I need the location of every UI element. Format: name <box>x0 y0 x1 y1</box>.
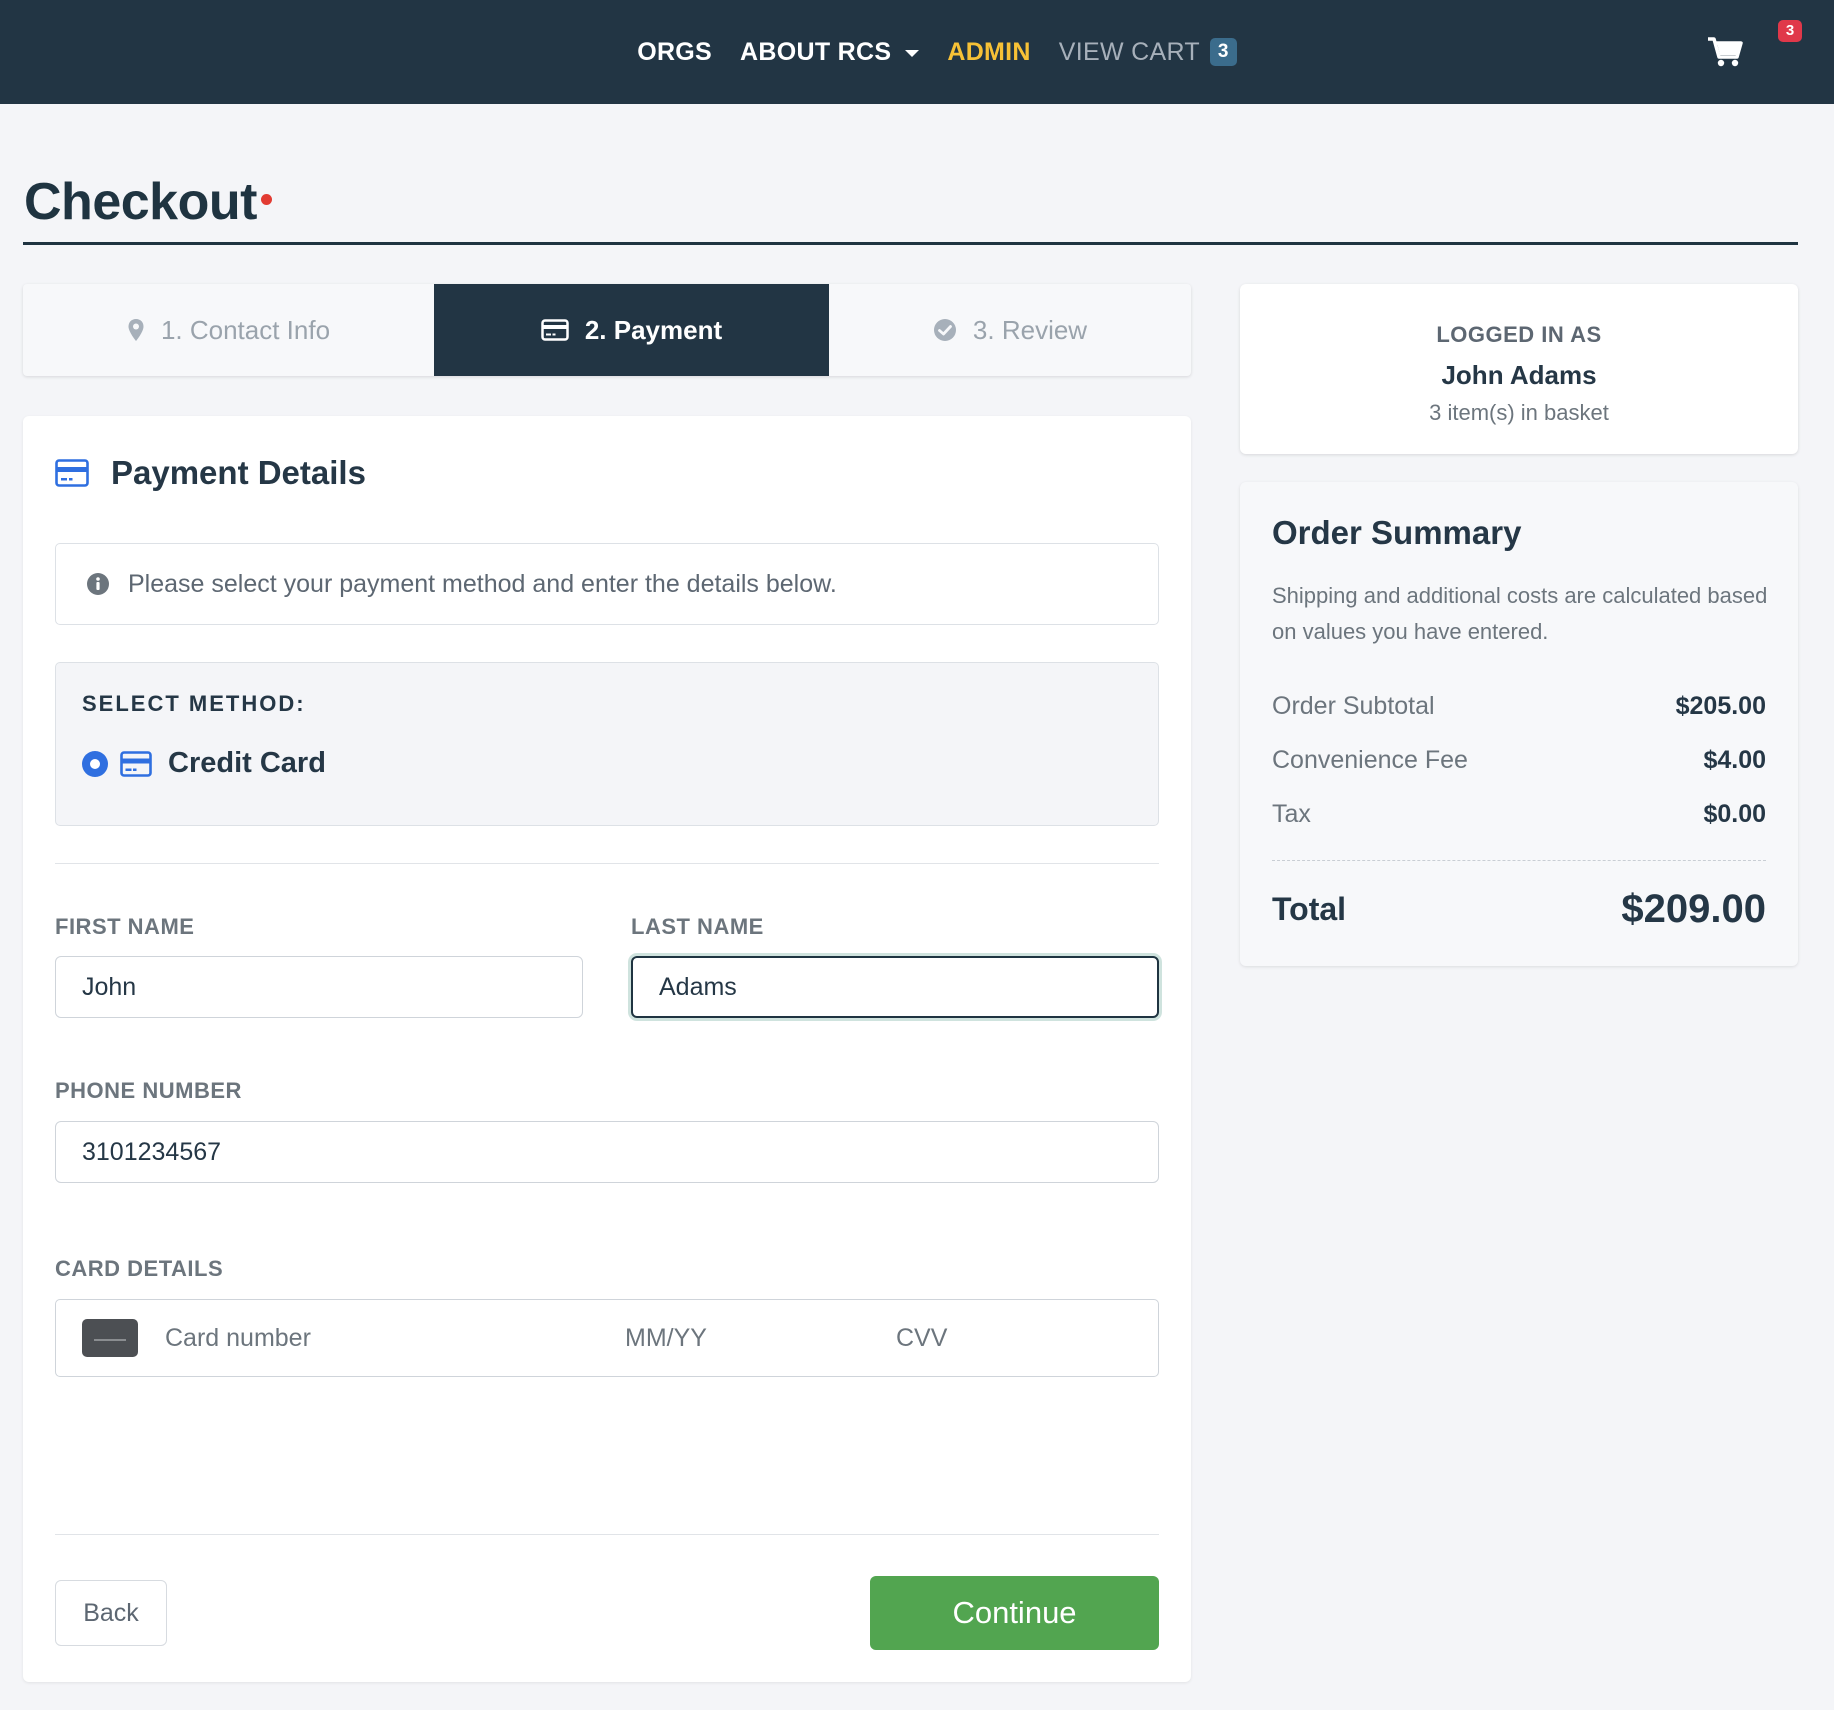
method-credit-card-option[interactable]: Credit Card <box>82 747 326 780</box>
total-label: Total <box>1272 891 1347 927</box>
card-details-label: CARD DETAILS <box>55 1256 224 1281</box>
first-name-label: FIRST NAME <box>55 914 195 939</box>
card-details-field: Card number MM/YY CVV <box>55 1299 1159 1377</box>
back-button[interactable]: Back <box>55 1580 167 1646</box>
first-name-field[interactable] <box>55 956 583 1018</box>
payment-header: Payment Details <box>55 454 366 492</box>
status-dot <box>261 194 272 205</box>
payment-details-card: Payment Details Please select your payme… <box>23 416 1191 1682</box>
credit-card-icon <box>541 319 569 341</box>
nav-links: ORGS ABOUT RCS ADMIN VIEW CART 3 <box>0 0 1834 104</box>
payment-title: Payment Details <box>111 454 366 491</box>
step-review-label: 3. Review <box>972 314 1088 345</box>
cart-icon <box>1708 37 1743 67</box>
info-text: Please select your payment method and en… <box>128 569 837 598</box>
info-icon <box>87 573 109 595</box>
summary-value: $205.00 <box>1675 692 1766 720</box>
logged-in-label: LOGGED IN AS <box>1436 322 1602 347</box>
summary-label: Tax <box>1272 800 1311 828</box>
nav-admin-label: ADMIN <box>947 37 1031 66</box>
total-value: $209.00 <box>1621 887 1766 931</box>
summary-value: $0.00 <box>1703 800 1766 828</box>
summary-value: $4.00 <box>1703 746 1766 774</box>
nav-admin[interactable]: ADMIN <box>947 38 1030 67</box>
order-summary-description: Shipping and additional costs are calcul… <box>1272 583 1768 644</box>
footer-divider <box>55 1534 1159 1535</box>
info-alert: Please select your payment method and en… <box>55 543 1159 625</box>
summary-row-subtotal: Order Subtotal $205.00 <box>1272 692 1766 721</box>
nav-orgs[interactable]: ORGS <box>637 38 712 67</box>
step-contact-info-label: 1. Contact Info <box>160 314 331 345</box>
phone-number-field[interactable] <box>55 1121 1159 1183</box>
basket-count: 3 item(s) in basket <box>1429 400 1609 425</box>
order-summary-card: Order Summary Shipping and additional co… <box>1240 482 1798 966</box>
summary-row-convenience-fee: Convenience Fee $4.00 <box>1272 746 1766 775</box>
step-payment-label: 2. Payment <box>584 314 723 345</box>
payment-method-box: SELECT METHOD: Credit Card <box>55 662 1159 826</box>
checkout-steps: 1. Contact Info 2. Payment 3. Review <box>23 284 1191 376</box>
map-pin-icon <box>128 319 144 341</box>
method-label: SELECT METHOD: <box>82 691 306 716</box>
summary-label: Order Subtotal <box>1272 692 1435 720</box>
view-cart-count-badge: 3 <box>1209 38 1237 66</box>
phone-number-label: PHONE NUMBER <box>55 1078 242 1103</box>
continue-button[interactable]: Continue <box>870 1576 1159 1650</box>
method-credit-card-label: Credit Card <box>168 747 326 779</box>
nav-about-rcs-dropdown[interactable]: ABOUT RCS <box>740 37 920 67</box>
step-payment[interactable]: 2. Payment <box>434 284 829 376</box>
nav-about-rcs-label: ABOUT RCS <box>740 37 892 66</box>
summary-divider <box>1272 860 1766 861</box>
summary-row-tax: Tax $0.00 <box>1272 800 1766 829</box>
nav-view-cart[interactable]: VIEW CART 3 <box>1059 38 1237 67</box>
card-brand-icon <box>82 1319 138 1357</box>
logged-in-card: LOGGED IN AS John Adams 3 item(s) in bas… <box>1240 284 1798 454</box>
check-circle-icon <box>933 319 956 341</box>
credit-card-radio[interactable] <box>82 750 108 777</box>
nav-view-cart-label: VIEW CART <box>1058 37 1200 66</box>
title-divider <box>23 242 1798 245</box>
card-number-input[interactable]: Card number <box>165 1300 545 1376</box>
section-divider <box>55 863 1159 864</box>
order-summary-title: Order Summary <box>1272 514 1522 551</box>
card-cvv-input[interactable]: CVV <box>896 1300 1096 1376</box>
step-contact-info[interactable]: 1. Contact Info <box>23 284 434 376</box>
logged-in-name: John Adams <box>1441 360 1597 390</box>
credit-card-icon <box>55 459 89 487</box>
last-name-field[interactable] <box>631 956 1159 1018</box>
top-navbar: ORGS ABOUT RCS ADMIN VIEW CART 3 3 <box>0 0 1834 104</box>
page-title: Checkout <box>24 173 257 231</box>
caret-down-icon <box>905 49 920 57</box>
cart-button[interactable] <box>1706 30 1746 70</box>
cart-badge: 3 <box>1778 20 1802 42</box>
nav-orgs-label: ORGS <box>637 37 713 66</box>
last-name-label: LAST NAME <box>631 914 764 939</box>
summary-total-row: Total $209.00 <box>1272 887 1766 932</box>
card-expiry-input[interactable]: MM/YY <box>625 1300 825 1376</box>
step-review[interactable]: 3. Review <box>829 284 1191 376</box>
credit-card-icon <box>120 750 152 777</box>
summary-label: Convenience Fee <box>1272 746 1468 774</box>
radio-selected-dot <box>90 758 100 769</box>
